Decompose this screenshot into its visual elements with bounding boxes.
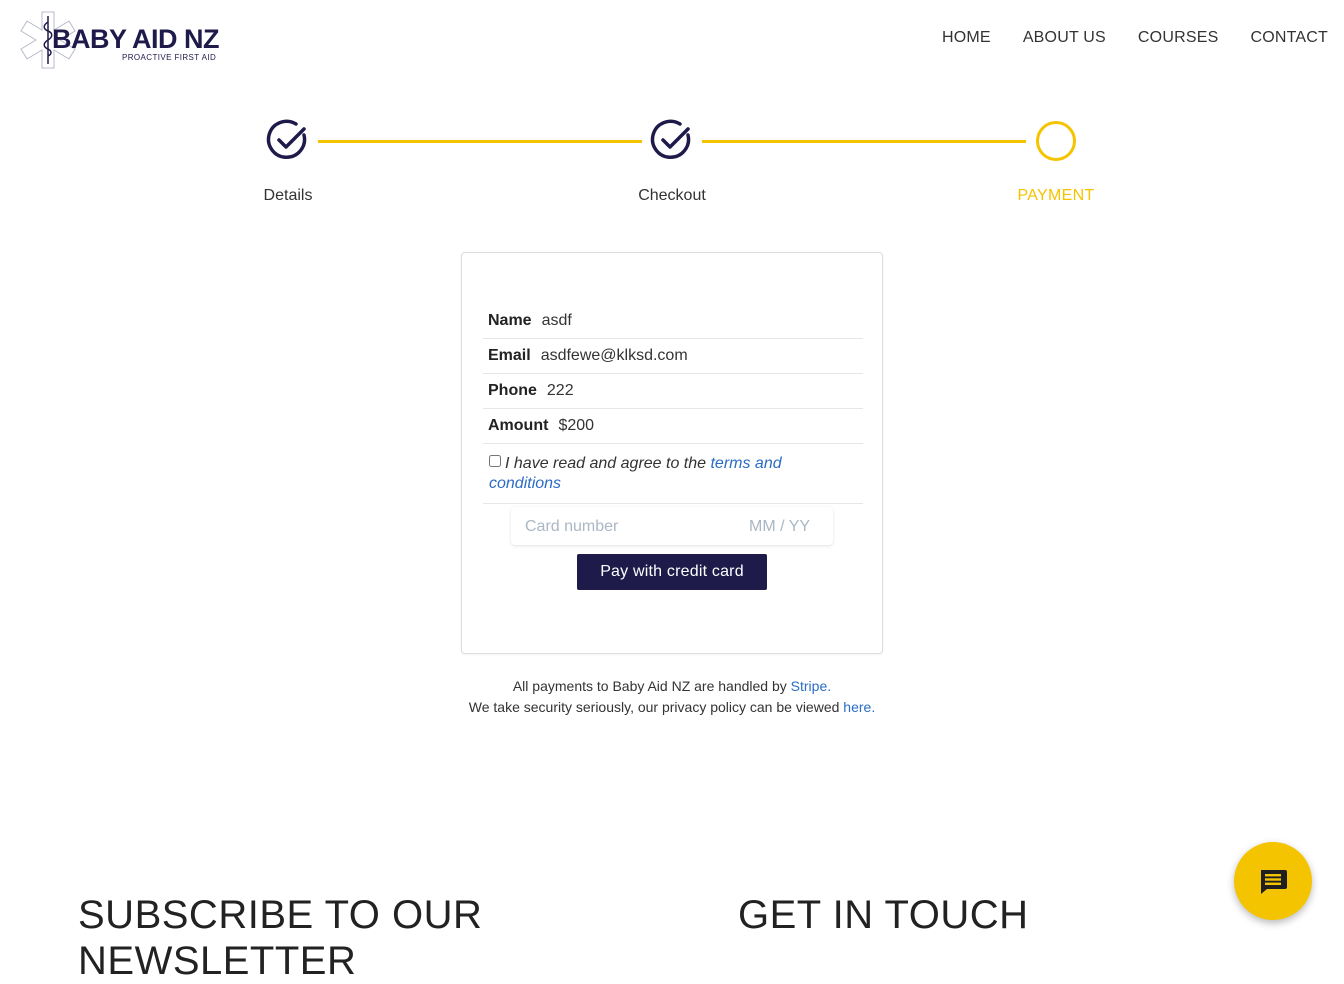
- nav-item-about-us[interactable]: ABOUT US: [1023, 29, 1106, 47]
- brand-logo[interactable]: BABY AID NZ PROACTIVE FIRST AID: [18, 10, 220, 72]
- step-label-details: Details: [263, 187, 313, 204]
- summary-row-amount: Amount $200: [483, 409, 863, 444]
- summary-value: asdf: [541, 312, 572, 329]
- stripe-link[interactable]: Stripe.: [791, 678, 831, 694]
- get-in-touch-heading: GET IN TOUCH: [738, 893, 1029, 937]
- step-label-payment: PAYMENT: [1017, 187, 1095, 204]
- terms-agreement: I have read and agree to the terms and c…: [483, 444, 863, 504]
- payment-footnote: All payments to Baby Aid NZ are handled …: [0, 676, 1344, 718]
- summary-value: 222: [546, 382, 574, 399]
- summary-value: asdfewe@klksd.com: [540, 347, 688, 364]
- nav-item-courses[interactable]: COURSES: [1138, 29, 1219, 47]
- brand-name: BABY AID NZ: [52, 24, 220, 54]
- brand-tagline: PROACTIVE FIRST AID: [122, 53, 217, 62]
- summary-label: Phone: [488, 382, 537, 399]
- order-summary: Name asdf Email asdfewe@klksd.com Phone …: [483, 304, 863, 504]
- footnote-line-2: We take security seriously, our privacy …: [0, 697, 1344, 718]
- card-expiry-input[interactable]: MM / YY: [749, 518, 810, 536]
- check-circle-icon: [266, 119, 307, 159]
- summary-label: Amount: [488, 417, 549, 434]
- subscribe-heading: SUBSCRIBE TO OUR NEWSLETTER: [78, 893, 483, 983]
- card-number-input[interactable]: Card number: [525, 518, 618, 536]
- checkout-stepper: Details Checkout PAYMENT: [0, 118, 1344, 218]
- summary-row-name: Name asdf: [483, 304, 863, 339]
- summary-row-email: Email asdfewe@klksd.com: [483, 339, 863, 374]
- pay-button[interactable]: Pay with credit card: [577, 554, 767, 590]
- footnote-text: All payments to Baby Aid NZ are handled …: [512, 678, 791, 694]
- summary-value: $200: [558, 417, 595, 434]
- step-connector: [318, 140, 642, 143]
- privacy-policy-link[interactable]: here.: [843, 699, 875, 715]
- payment-card: Name asdf Email asdfewe@klksd.com Phone …: [461, 252, 883, 654]
- card-input-field[interactable]: Card number MM / YY: [511, 507, 833, 545]
- check-circle-icon: [650, 119, 691, 159]
- chat-message-icon: [1261, 870, 1287, 894]
- nav-item-contact[interactable]: CONTACT: [1250, 29, 1328, 47]
- terms-checkbox[interactable]: [489, 455, 501, 467]
- site-header: BABY AID NZ PROACTIVE FIRST AID HOME ABO…: [0, 0, 1344, 82]
- summary-row-phone: Phone 222: [483, 374, 863, 409]
- footnote-text: We take security seriously, our privacy …: [468, 699, 844, 715]
- summary-label: Name: [488, 312, 532, 329]
- main-nav: HOME ABOUT US COURSES CONTACT: [942, 29, 1328, 47]
- summary-label: Email: [488, 347, 531, 364]
- step-connector: [702, 140, 1026, 143]
- chat-button[interactable]: [1234, 842, 1312, 920]
- nav-item-home[interactable]: HOME: [942, 29, 991, 47]
- terms-text: I have read and agree to the: [505, 455, 711, 472]
- step-label-checkout: Checkout: [638, 187, 706, 204]
- circle-icon: [1036, 121, 1076, 161]
- footnote-line-1: All payments to Baby Aid NZ are handled …: [0, 676, 1344, 697]
